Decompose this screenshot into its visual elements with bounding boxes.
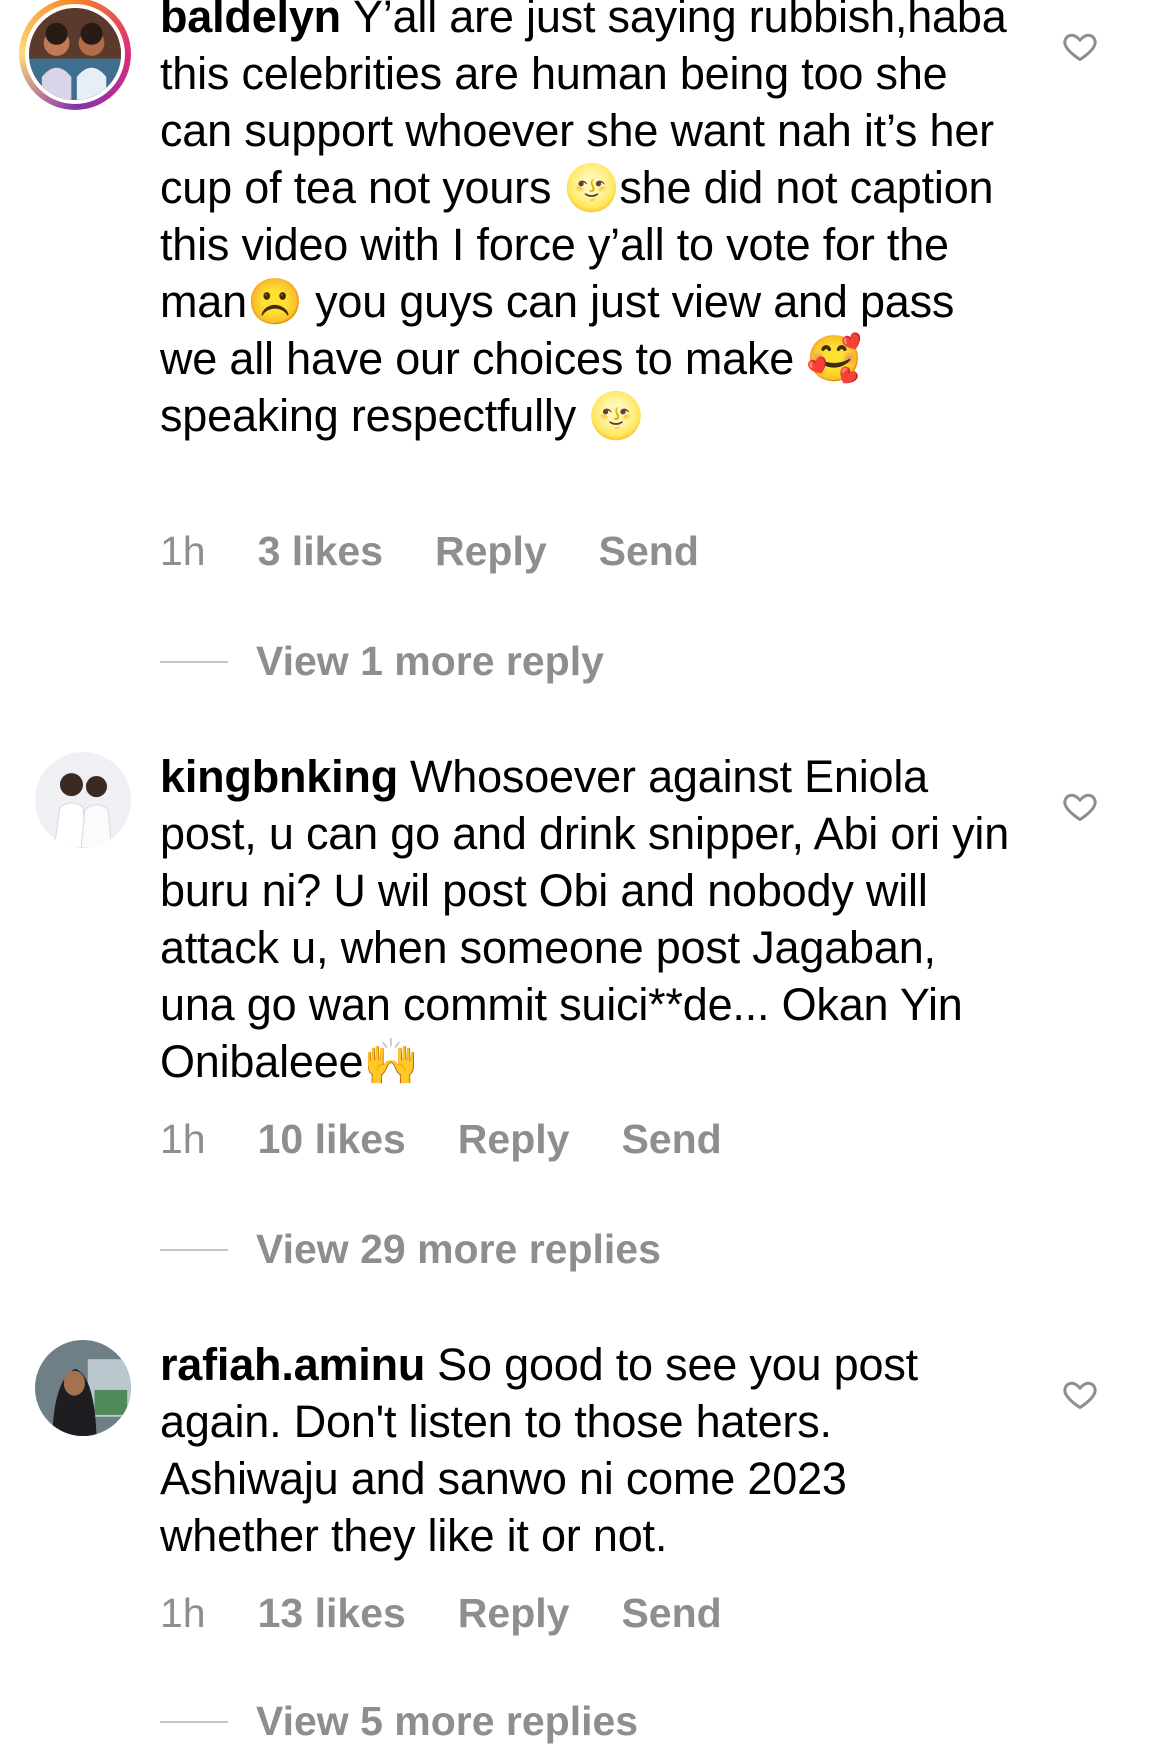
timestamp: 1h bbox=[160, 528, 206, 574]
send-button[interactable]: Send bbox=[621, 1590, 721, 1637]
reply-button[interactable]: Reply bbox=[458, 1590, 570, 1637]
divider-line bbox=[160, 660, 228, 663]
divider-line bbox=[160, 1720, 228, 1723]
view-more-replies[interactable]: View 5 more replies bbox=[160, 1698, 638, 1745]
view-more-label[interactable]: View 1 more reply bbox=[256, 638, 604, 685]
view-more-label[interactable]: View 29 more replies bbox=[256, 1226, 661, 1273]
reply-button[interactable]: Reply bbox=[458, 1116, 570, 1163]
divider-line bbox=[160, 1248, 228, 1251]
likes-count[interactable]: 10 likes bbox=[258, 1116, 406, 1163]
comment-text-block: baldelyn Y’all are just saying rubbish,ha… bbox=[160, 0, 1010, 444]
avatar[interactable] bbox=[19, 0, 131, 110]
comment-meta: 1h 3 likes Reply Send bbox=[160, 528, 699, 575]
profile-photo-icon bbox=[29, 8, 121, 100]
like-heart-icon[interactable] bbox=[1062, 1376, 1098, 1412]
view-more-label[interactable]: View 5 more replies bbox=[256, 1698, 638, 1745]
timestamp: 1h bbox=[160, 1590, 206, 1636]
username[interactable]: kingbnking bbox=[160, 751, 398, 802]
comment-meta: 1h 13 likes Reply Send bbox=[160, 1590, 722, 1637]
reply-button[interactable]: Reply bbox=[435, 528, 547, 575]
username[interactable]: baldelyn bbox=[160, 0, 341, 42]
view-more-replies[interactable]: View 1 more reply bbox=[160, 638, 604, 685]
profile-photo-icon bbox=[35, 1340, 131, 1436]
comment-body: Y’all are just saying rubbish,haba this … bbox=[160, 0, 1007, 441]
avatar[interactable] bbox=[35, 752, 131, 848]
send-button[interactable]: Send bbox=[599, 528, 699, 575]
avatar[interactable] bbox=[35, 1340, 131, 1436]
like-heart-icon[interactable] bbox=[1062, 788, 1098, 824]
timestamp: 1h bbox=[160, 1116, 206, 1162]
like-heart-icon[interactable] bbox=[1062, 28, 1098, 64]
likes-count[interactable]: 3 likes bbox=[258, 528, 383, 575]
send-button[interactable]: Send bbox=[621, 1116, 721, 1163]
comment-meta: 1h 10 likes Reply Send bbox=[160, 1116, 722, 1163]
username[interactable]: rafiah.aminu bbox=[160, 1339, 425, 1390]
profile-photo-icon bbox=[35, 752, 131, 848]
view-more-replies[interactable]: View 29 more replies bbox=[160, 1226, 661, 1273]
likes-count[interactable]: 13 likes bbox=[258, 1590, 406, 1637]
comment-text-block: kingbnking Whosoever against Eniola post,… bbox=[160, 748, 1010, 1090]
comment-text-block: rafiah.aminu So good to see you post agai… bbox=[160, 1336, 1010, 1564]
